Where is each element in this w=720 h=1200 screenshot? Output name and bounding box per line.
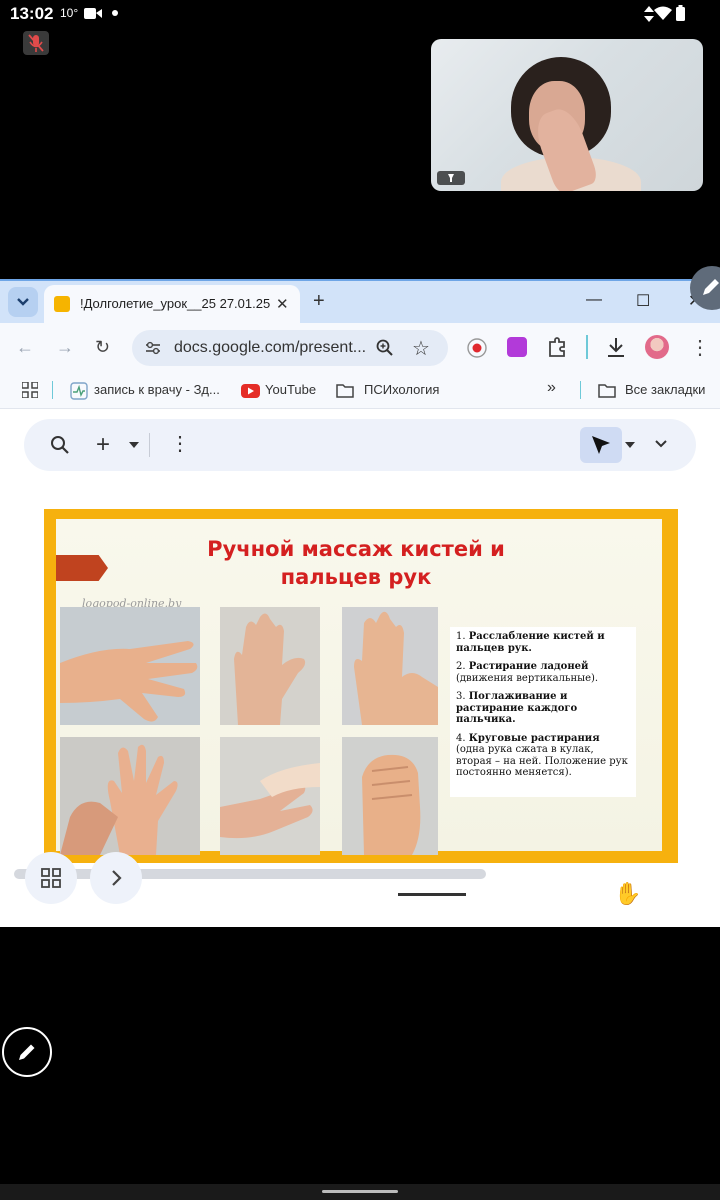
chevron-right-icon [112, 870, 122, 886]
status-time: 13:02 [10, 4, 54, 23]
hand-photo-5 [220, 737, 320, 855]
browser-window: !Долголетие_урок__25 27.01.25 ✕ + — ☐ ✕ … [0, 279, 720, 927]
slide-title: Ручной массаж кистей и пальцев рук [207, 537, 505, 589]
pin-icon [448, 174, 454, 182]
forward-button[interactable]: → [56, 337, 74, 358]
status-temperature: 10° [60, 6, 79, 20]
notification-dot-icon [112, 10, 118, 16]
bookmarks-separator [52, 381, 53, 399]
data-transfer-icon [644, 6, 654, 22]
hand-photo-1 [60, 607, 200, 725]
pointer-dropdown-chevron-icon[interactable] [624, 441, 636, 449]
zoom-icon[interactable] [376, 339, 394, 357]
active-tab[interactable]: !Долголетие_урок__25 27.01.25 ✕ [44, 285, 300, 323]
draw-button[interactable] [2, 1027, 52, 1077]
download-icon[interactable] [605, 335, 627, 359]
bookmark-doctor[interactable]: запись к врачу - Зд... [94, 382, 220, 397]
search-icon[interactable] [50, 435, 70, 455]
health-site-icon [70, 382, 88, 400]
home-gesture-pill[interactable] [322, 1190, 398, 1193]
tab-close-icon[interactable]: ✕ [276, 295, 289, 313]
bookmark-youtube[interactable]: YouTube [265, 382, 316, 397]
new-tab-button[interactable]: + [313, 290, 325, 313]
pen-icon [703, 279, 719, 295]
pointer-tool-button[interactable] [580, 427, 622, 463]
back-button[interactable]: ← [16, 337, 34, 358]
extensions-puzzle-icon[interactable] [546, 336, 568, 358]
address-bar[interactable]: docs.google.com/present... ☆ [132, 330, 448, 366]
browser-toolbar: ← → ↻ docs.google.com/present... ☆ ⋮ [0, 323, 720, 373]
add-dropdown-chevron-icon[interactable] [128, 441, 140, 449]
more-options-icon[interactable]: ⋮ [170, 431, 190, 456]
more-bookmarks-button[interactable]: » [547, 379, 556, 397]
chevron-down-icon [17, 298, 29, 306]
profile-avatar[interactable] [645, 335, 669, 359]
video-camera-icon [84, 8, 102, 19]
next-slide-button[interactable] [90, 852, 142, 904]
drag-handle[interactable] [398, 893, 466, 896]
finger-stroking-image [342, 607, 438, 725]
palms-rubbing-image [220, 607, 320, 725]
slide-content: Ручной массаж кистей и пальцев рук logop… [56, 519, 662, 855]
step-3: 3. Поглаживание и растирание каждого пал… [456, 691, 578, 725]
finger-rubbing-image [60, 737, 200, 855]
maximize-button[interactable]: ☐ [636, 291, 650, 311]
all-bookmarks[interactable]: Все закладки [625, 382, 705, 397]
folder-icon [336, 384, 354, 398]
slides-viewer: + ⋮ Ручной массаж кистей и пальцев рук l… [0, 409, 720, 927]
slide-arrow-decoration [56, 555, 108, 581]
video-pin-badge[interactable] [437, 171, 465, 185]
record-extension-icon[interactable] [466, 337, 488, 359]
bookmarks-separator-2 [580, 381, 581, 399]
step-2: 2. Растирание ладоней (движения вертикал… [456, 661, 599, 684]
hand-relaxed-image [60, 607, 200, 725]
battery-icon [676, 5, 685, 21]
status-bar: 13:02 10° [0, 0, 720, 28]
step-1: 1. Расслабление кистей и пальцев рук. [456, 631, 605, 654]
horizontal-scrollbar[interactable] [14, 869, 486, 879]
tab-strip: !Долголетие_урок__25 27.01.25 ✕ + — ☐ ✕ [0, 281, 720, 323]
bookmark-star-icon[interactable]: ☆ [412, 336, 430, 361]
wifi-icon [654, 6, 672, 20]
hand-photo-4 [60, 737, 200, 855]
pointer-arrow-icon [592, 436, 610, 454]
step-4: 4. Круговые растирания (одна рука сжата … [456, 732, 628, 779]
site-info-icon[interactable] [144, 340, 162, 356]
mic-off-button[interactable] [23, 31, 49, 55]
hand-photo-2 [220, 607, 320, 725]
grid-view-icon [41, 868, 61, 888]
hand-photo-6 [342, 737, 438, 855]
tab-search-button[interactable] [8, 287, 38, 317]
hand-photo-3 [342, 607, 438, 725]
bookmarks-bar: запись к врачу - Зд... YouTube ПСИхологи… [0, 373, 720, 409]
mic-off-icon [28, 34, 44, 52]
youtube-icon [241, 384, 260, 398]
presentation-slide: Ручной массаж кистей и пальцев рук logop… [44, 509, 678, 863]
slides-favicon-icon [54, 296, 70, 312]
bookmark-psychology[interactable]: ПСИхология [364, 382, 439, 397]
fist-circle-image [342, 737, 438, 855]
edit-toolbar-separator [149, 433, 150, 457]
pencil-icon [19, 1044, 35, 1060]
finger-stretch-image [220, 737, 320, 855]
toolbar-separator [586, 335, 588, 359]
system-nav-bar [0, 1184, 720, 1200]
grid-view-button[interactable] [25, 852, 77, 904]
tab-title: !Долголетие_урок__25 27.01.25 [80, 296, 270, 311]
url-text: docs.google.com/present... [174, 339, 367, 356]
slides-edit-toolbar: + ⋮ [24, 419, 696, 471]
collapse-toolbar-chevron-icon[interactable] [654, 439, 668, 449]
participant-video[interactable] [431, 39, 703, 191]
massage-steps-list: 1. Расслабление кистей и пальцев рук. 2.… [450, 627, 636, 797]
reload-button[interactable]: ↻ [95, 337, 110, 358]
add-icon[interactable]: + [96, 431, 110, 459]
all-bookmarks-folder-icon [598, 384, 616, 398]
minimize-button[interactable]: — [586, 291, 602, 309]
hand-cursor-icon: ✋ [614, 881, 642, 906]
browser-menu-icon[interactable]: ⋮ [690, 335, 710, 360]
apps-grid-icon[interactable] [22, 382, 38, 398]
image-extension-icon[interactable] [507, 337, 527, 357]
